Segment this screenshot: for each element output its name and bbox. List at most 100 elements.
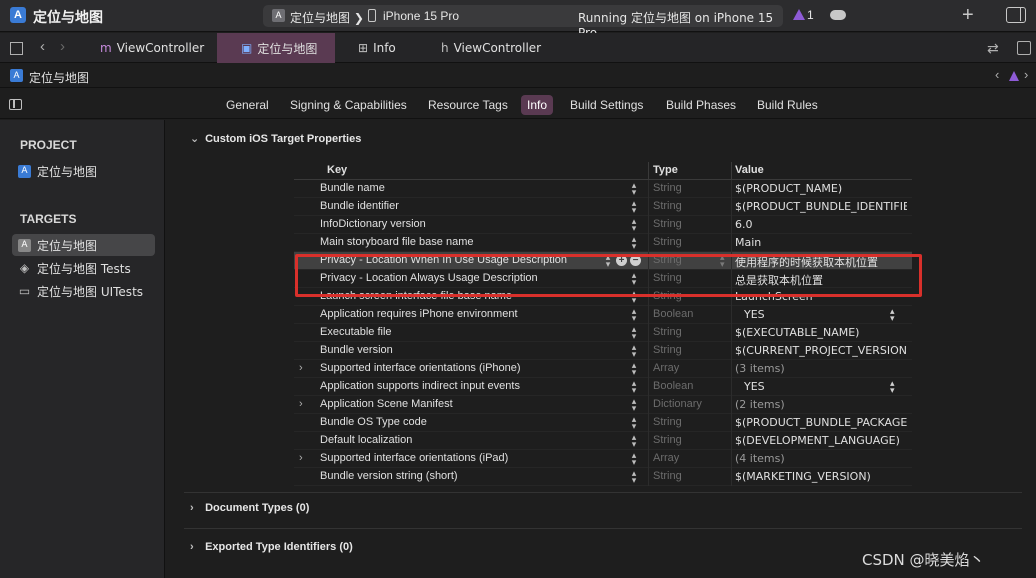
key-stepper-icon[interactable]: ▴ ▾ <box>630 397 638 413</box>
tab-info[interactable]: Info <box>521 95 554 115</box>
property-value[interactable]: $(EXECUTABLE_NAME) <box>735 326 907 339</box>
key-stepper-icon[interactable]: ▴ ▾ <box>630 469 638 485</box>
key-stepper-icon[interactable]: ▴ ▾ <box>630 379 638 395</box>
property-value[interactable]: $(CURRENT_PROJECT_VERSION) <box>735 344 907 357</box>
key-stepper-icon[interactable]: ▴ ▾ <box>604 253 612 269</box>
property-type[interactable]: Array <box>653 362 679 374</box>
table-row[interactable]: › Application Scene Manifest ▴ ▾ Dictionary (… <box>294 396 912 414</box>
table-row[interactable]: Privacy - Location Always Usage Descript… <box>294 270 912 288</box>
key-stepper-icon[interactable]: ▴ ▾ <box>630 325 638 341</box>
tab-signing[interactable]: Signing & Capabilities <box>284 95 413 115</box>
table-row[interactable]: › Supported interface orientations (iPad)… <box>294 450 912 468</box>
tab-resource-tags[interactable]: Resource Tags <box>422 95 514 115</box>
property-type[interactable]: String <box>653 470 682 482</box>
chevron-down-icon[interactable]: ⌄ <box>190 132 202 145</box>
key-stepper-icon[interactable]: ▴ ▾ <box>630 235 638 251</box>
property-key[interactable]: Bundle identifier <box>320 200 399 212</box>
key-stepper-icon[interactable]: ▴ ▾ <box>630 181 638 197</box>
property-value[interactable]: Main <box>735 236 907 249</box>
table-row[interactable]: Bundle version string (short) ▴ ▾ String $(M… <box>294 468 912 486</box>
key-stepper-icon[interactable]: ▴ ▾ <box>630 433 638 449</box>
key-stepper-icon[interactable]: ▴ ▾ <box>630 361 638 377</box>
chevron-right-icon[interactable]: › <box>190 502 202 514</box>
forward-chevron-icon[interactable]: › <box>60 38 65 55</box>
table-row[interactable]: Launch screen interface file base name ▴ ▾… <box>294 288 912 306</box>
property-key[interactable]: Application supports indirect input even… <box>320 380 520 392</box>
column-key[interactable]: Key <box>327 164 347 176</box>
target-uitests[interactable]: ▭ 定位与地图 UITests <box>12 280 155 302</box>
property-key[interactable]: Privacy - Location When In Use Usage Des… <box>320 254 567 266</box>
cloud-icon[interactable] <box>830 10 846 20</box>
property-type[interactable]: String <box>653 218 682 230</box>
property-value[interactable]: $(MARKETING_VERSION) <box>735 470 907 483</box>
scheme-device[interactable]: iPhone 15 Pro <box>383 9 459 23</box>
key-stepper-icon[interactable]: ▴ ▾ <box>630 199 638 215</box>
remove-row-icon[interactable]: − <box>630 255 641 266</box>
table-row[interactable]: Default localization ▴ ▾ String $(DEVELOPMEN… <box>294 432 912 450</box>
property-type[interactable]: Boolean <box>653 380 693 392</box>
property-key[interactable]: Privacy - Location Always Usage Descript… <box>320 272 538 284</box>
property-type[interactable]: Boolean <box>653 308 693 320</box>
property-type[interactable]: String <box>653 236 682 248</box>
chevron-right-icon[interactable]: › <box>299 362 303 374</box>
add-icon[interactable]: + <box>962 4 974 27</box>
tab-build-rules[interactable]: Build Rules <box>751 95 824 115</box>
related-items-icon[interactable] <box>10 42 23 55</box>
add-row-icon[interactable]: + <box>616 255 627 266</box>
key-stepper-icon[interactable]: ▴ ▾ <box>630 271 638 287</box>
key-stepper-icon[interactable]: ▴ ▾ <box>630 415 638 431</box>
property-key[interactable]: Executable file <box>320 326 392 338</box>
tab-project[interactable]: ▣ 定位与地图 <box>217 33 335 63</box>
boolean-popup-icon[interactable]: ▴ ▾ <box>890 307 895 323</box>
tab-info[interactable]: ⊞ Info <box>336 33 416 63</box>
property-type[interactable]: String <box>653 290 682 302</box>
property-type[interactable]: String <box>653 326 682 338</box>
property-type[interactable]: String <box>653 272 682 284</box>
target-app[interactable]: A 定位与地图 <box>12 234 155 256</box>
targets-sidebar-toggle-icon[interactable] <box>9 99 22 110</box>
property-type[interactable]: Dictionary <box>653 398 702 410</box>
property-value[interactable]: (3 items) <box>735 362 907 375</box>
table-row[interactable]: Application requires iPhone environment ▴… <box>294 306 912 324</box>
warning-icon[interactable] <box>793 9 805 20</box>
property-value[interactable]: $(DEVELOPMENT_LANGUAGE) <box>735 434 907 447</box>
tab-build-phases[interactable]: Build Phases <box>660 95 742 115</box>
inspector-toggle-icon[interactable] <box>1006 7 1026 23</box>
property-key[interactable]: Main storyboard file base name <box>320 236 473 248</box>
property-key[interactable]: Bundle name <box>320 182 385 194</box>
table-row[interactable]: Application supports indirect input even… <box>294 378 912 396</box>
key-stepper-icon[interactable]: ▴ ▾ <box>630 451 638 467</box>
table-row[interactable]: InfoDictionary version ▴ ▾ String 6.0 <box>294 216 912 234</box>
column-type[interactable]: Type <box>653 164 678 176</box>
property-type[interactable]: String <box>653 200 682 212</box>
property-key[interactable]: Supported interface orientations (iPad) <box>320 452 508 464</box>
key-stepper-icon[interactable]: ▴ ▾ <box>630 217 638 233</box>
section-document-types[interactable]: › Document Types (0) <box>190 502 309 514</box>
property-value[interactable]: $(PRODUCT_BUNDLE_PACKAGE_TYPE) <box>735 416 907 429</box>
property-key[interactable]: Bundle version <box>320 344 393 356</box>
property-key[interactable]: Bundle OS Type code <box>320 416 427 428</box>
property-value[interactable]: 使用程序的时候获取本机位置 <box>735 254 907 270</box>
table-row[interactable]: Main storyboard file base name ▴ ▾ String Ma… <box>294 234 912 252</box>
key-stepper-icon[interactable]: ▴ ▾ <box>630 343 638 359</box>
property-type[interactable]: String <box>653 344 682 356</box>
table-row[interactable]: Bundle version ▴ ▾ String $(CURRENT_PROJECT_… <box>294 342 912 360</box>
table-row[interactable]: › Supported interface orientations (iPhon… <box>294 360 912 378</box>
property-type[interactable]: String <box>653 416 682 428</box>
type-stepper-icon[interactable]: ▴ ▾ <box>720 253 725 269</box>
property-type[interactable]: String <box>653 434 682 446</box>
next-issue-icon[interactable]: › <box>1024 67 1028 82</box>
scheme-selector[interactable]: A 定位与地图 ❯ iPhone 15 Pro Running 定位与地图 on… <box>263 5 783 40</box>
back-chevron-icon[interactable]: ‹ <box>40 38 45 55</box>
table-row[interactable]: Privacy - Location When In Use Usage Des… <box>294 252 912 270</box>
tab-build-settings[interactable]: Build Settings <box>564 95 649 115</box>
previous-issue-icon[interactable]: ‹ <box>995 67 999 82</box>
column-value[interactable]: Value <box>735 164 764 176</box>
property-value[interactable]: LaunchScreen <box>735 290 907 303</box>
warning-count[interactable]: 1 <box>807 8 814 22</box>
property-value[interactable]: $(PRODUCT_NAME) <box>735 182 907 195</box>
add-editor-icon[interactable] <box>1017 41 1031 55</box>
property-key[interactable]: InfoDictionary version <box>320 218 426 230</box>
chevron-right-icon[interactable]: › <box>299 452 303 464</box>
property-type[interactable]: String <box>653 182 682 194</box>
